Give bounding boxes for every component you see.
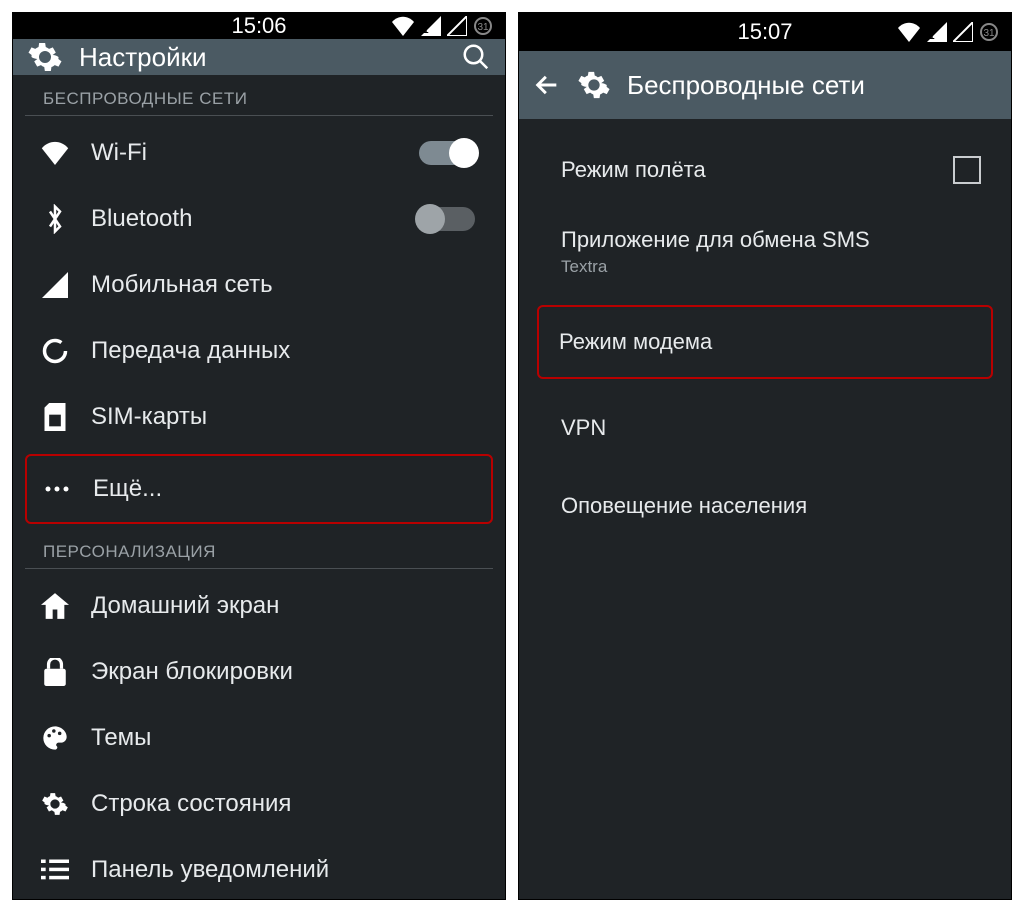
row-label: Панель уведомлений bbox=[91, 856, 475, 884]
row-data[interactable]: Передача данных bbox=[25, 318, 493, 384]
signal-2-icon bbox=[953, 22, 973, 42]
row-label: Передача данных bbox=[91, 337, 475, 365]
section-wireless: БЕСПРОВОДНЫЕ СЕТИ bbox=[25, 75, 493, 116]
lock-icon bbox=[37, 658, 73, 686]
row-sim[interactable]: SIM-карты bbox=[25, 384, 493, 450]
sim-number: 1 bbox=[423, 25, 429, 36]
phone-right: 15:07 1 31 bbox=[518, 12, 1012, 900]
row-sms-app[interactable]: Приложение для обмена SMS Textra bbox=[531, 203, 999, 301]
row-label: Приложение для обмена SMS bbox=[561, 227, 870, 253]
row-themes[interactable]: Темы bbox=[25, 705, 493, 771]
battery-icon: 31 bbox=[473, 16, 493, 36]
clock: 15:07 bbox=[737, 19, 792, 45]
page-title: Настройки bbox=[79, 42, 445, 73]
signal-2-icon bbox=[447, 16, 467, 36]
app-bar: Настройки bbox=[13, 39, 505, 75]
palette-icon bbox=[37, 724, 73, 752]
gear-icon bbox=[27, 39, 63, 75]
status-bar: 15:06 1 31 bbox=[13, 13, 505, 39]
row-label: Bluetooth bbox=[91, 205, 401, 233]
signal-icon: 1 bbox=[927, 22, 947, 42]
row-statusbar[interactable]: Строка состояния bbox=[25, 771, 493, 837]
airplane-checkbox[interactable] bbox=[953, 156, 981, 184]
home-icon bbox=[37, 593, 73, 619]
more-icon bbox=[39, 484, 75, 494]
sim-number: 1 bbox=[929, 31, 935, 42]
row-airplane[interactable]: Режим полёта bbox=[531, 137, 999, 203]
row-alerts[interactable]: Оповещение населения bbox=[531, 473, 999, 539]
status-bar: 15:07 1 31 bbox=[519, 13, 1011, 51]
row-lock[interactable]: Экран блокировки bbox=[25, 639, 493, 705]
wifi-icon bbox=[897, 22, 921, 42]
wifi-icon bbox=[391, 16, 415, 36]
signal-icon: 1 bbox=[421, 16, 441, 36]
svg-text:31: 31 bbox=[983, 28, 995, 39]
row-label: SIM-карты bbox=[91, 403, 475, 431]
row-label: Wi-Fi bbox=[91, 139, 401, 167]
row-label: Мобильная сеть bbox=[91, 271, 475, 299]
signal-icon bbox=[37, 272, 73, 298]
row-label: Режим полёта bbox=[561, 157, 935, 183]
row-notifications[interactable]: Панель уведомлений bbox=[25, 837, 493, 900]
row-bluetooth[interactable]: Bluetooth bbox=[25, 186, 493, 252]
bluetooth-toggle[interactable] bbox=[419, 207, 475, 231]
search-icon[interactable] bbox=[461, 42, 491, 72]
bluetooth-icon bbox=[37, 204, 73, 234]
row-home[interactable]: Домашний экран bbox=[25, 573, 493, 639]
row-sublabel: Textra bbox=[561, 257, 870, 277]
row-label: Режим модема bbox=[559, 329, 971, 355]
row-label: VPN bbox=[561, 415, 981, 441]
row-tethering[interactable]: Режим модема bbox=[537, 305, 993, 379]
row-mobile[interactable]: Мобильная сеть bbox=[25, 252, 493, 318]
row-more[interactable]: Ещё... bbox=[25, 454, 493, 524]
phone-left: 15:06 1 31 Настройки bbox=[12, 12, 506, 900]
row-label: Экран блокировки bbox=[91, 658, 475, 686]
gear-icon bbox=[37, 790, 73, 818]
page-title: Беспроводные сети bbox=[627, 70, 997, 101]
wifi-icon bbox=[37, 141, 73, 165]
row-wifi[interactable]: Wi-Fi bbox=[25, 120, 493, 186]
wifi-toggle[interactable] bbox=[419, 141, 475, 165]
app-bar: Беспроводные сети bbox=[519, 51, 1011, 119]
section-personalization: ПЕРСОНАЛИЗАЦИЯ bbox=[25, 528, 493, 569]
row-label: Ещё... bbox=[93, 475, 473, 503]
row-label: Темы bbox=[91, 724, 475, 752]
back-icon[interactable] bbox=[533, 71, 561, 99]
row-label: Домашний экран bbox=[91, 592, 475, 620]
battery-icon: 31 bbox=[979, 22, 999, 42]
row-label: Строка состояния bbox=[91, 790, 475, 818]
svg-text:31: 31 bbox=[477, 22, 489, 33]
data-usage-icon bbox=[37, 337, 73, 365]
gear-icon bbox=[577, 68, 611, 102]
list-icon bbox=[37, 859, 73, 881]
clock: 15:06 bbox=[231, 13, 286, 39]
sim-icon bbox=[37, 403, 73, 431]
row-vpn[interactable]: VPN bbox=[531, 383, 999, 473]
row-label: Оповещение населения bbox=[561, 493, 981, 519]
